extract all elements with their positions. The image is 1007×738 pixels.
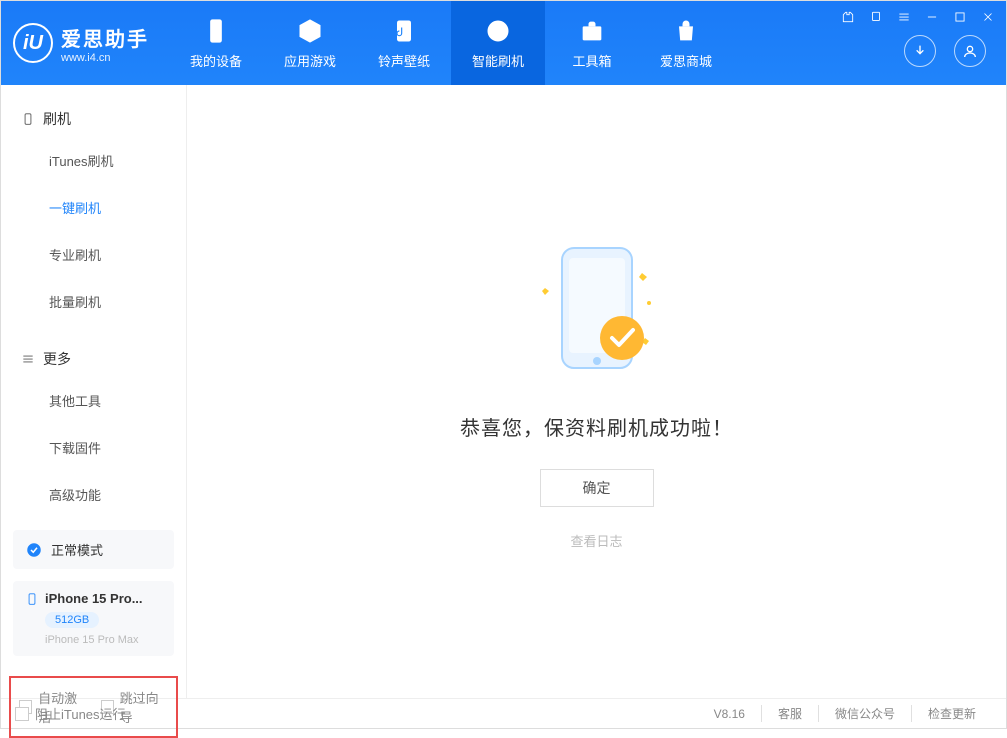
sidebar-item-itunes-flash[interactable]: iTunes刷机 [1,137,186,184]
phone-icon [202,17,230,45]
device-model: iPhone 15 Pro Max [45,634,162,646]
nav-label: 爱思商城 [660,51,712,70]
window-maximize-icon[interactable] [950,7,970,27]
header-actions [904,35,986,67]
nav-smart-flash[interactable]: 智能刷机 [451,1,545,85]
checkbox-block-itunes[interactable]: 阻止iTunes运行 [15,704,126,723]
nav-my-device[interactable]: 我的设备 [169,1,263,85]
refresh-gear-icon [484,17,512,45]
footer-wechat[interactable]: 微信公众号 [818,705,911,722]
top-nav: 我的设备 应用游戏 铃声壁纸 智能刷机 工具箱 爱思商城 [169,1,733,85]
sidebar-heading-label: 刷机 [43,109,71,129]
sidebar-section-flash: 刷机 iTunes刷机 一键刷机 专业刷机 批量刷机 [1,85,186,325]
app-url: www.i4.cn [61,52,149,64]
nav-store[interactable]: 爱思商城 [639,1,733,85]
cube-icon [296,17,324,45]
sidebar-item-download-firmware[interactable]: 下载固件 [1,424,186,471]
device-card[interactable]: iPhone 15 Pro... 512GB iPhone 15 Pro Max [13,581,174,656]
sidebar-heading-more[interactable]: 更多 [1,341,186,377]
status-check-icon [25,541,43,559]
footer-version: V8.16 [698,707,761,721]
checkbox-label-text: 阻止iTunes运行 [35,704,126,723]
nav-ringtones[interactable]: 铃声壁纸 [357,1,451,85]
app-title: 爱思助手 [61,23,149,52]
phone-outline-icon [21,112,35,126]
device-name: iPhone 15 Pro... [45,591,143,606]
success-title: 恭喜您，保资料刷机成功啦！ [460,412,733,441]
nav-label: 我的设备 [190,51,242,70]
main-content: 恭喜您，保资料刷机成功啦！ 确定 查看日志 [187,85,1006,698]
nav-label: 工具箱 [572,51,611,70]
download-button[interactable] [904,35,936,67]
sidebar-heading-flash[interactable]: 刷机 [1,101,186,137]
briefcase-icon [578,17,606,45]
window-feedback-icon[interactable] [866,7,886,27]
sidebar-item-advanced[interactable]: 高级功能 [1,471,186,518]
app-logo: iU 爱思助手 www.i4.cn [13,23,149,64]
app-header: iU 爱思助手 www.i4.cn 我的设备 应用游戏 铃声壁纸 智能刷机 工具… [1,1,1006,85]
device-storage-badge: 512GB [45,612,99,628]
window-skin-icon[interactable] [838,7,858,27]
shopping-bag-icon [672,17,700,45]
logo-icon: iU [13,23,53,63]
music-icon [390,17,418,45]
window-minimize-icon[interactable] [922,7,942,27]
sidebar-item-other-tools[interactable]: 其他工具 [1,377,186,424]
list-icon [21,352,35,366]
footer-check-update[interactable]: 检查更新 [911,705,992,722]
sidebar-item-onekey-flash[interactable]: 一键刷机 [1,184,186,231]
profile-button[interactable] [954,35,986,67]
nav-label: 智能刷机 [472,51,524,70]
footer-support[interactable]: 客服 [761,705,818,722]
confirm-button[interactable]: 确定 [540,469,654,507]
device-phone-icon [25,592,39,606]
window-close-icon[interactable] [978,7,998,27]
window-controls [838,7,998,27]
sidebar-item-batch-flash[interactable]: 批量刷机 [1,278,186,325]
device-status[interactable]: 正常模式 [13,530,174,569]
nav-label: 铃声壁纸 [378,51,430,70]
nav-label: 应用游戏 [284,51,336,70]
view-log-link[interactable]: 查看日志 [570,531,622,550]
main-layout: 刷机 iTunes刷机 一键刷机 专业刷机 批量刷机 更多 其他工具 下载固件 … [1,85,1006,698]
sidebar-item-pro-flash[interactable]: 专业刷机 [1,231,186,278]
checkbox-icon [15,707,29,721]
window-menu-icon[interactable] [894,7,914,27]
sidebar: 刷机 iTunes刷机 一键刷机 专业刷机 批量刷机 更多 其他工具 下载固件 … [1,85,187,698]
success-illustration [527,233,667,388]
nav-apps-games[interactable]: 应用游戏 [263,1,357,85]
sidebar-section-more: 更多 其他工具 下载固件 高级功能 [1,325,186,518]
sidebar-heading-label: 更多 [43,349,71,369]
nav-toolbox[interactable]: 工具箱 [545,1,639,85]
status-label: 正常模式 [51,540,103,559]
checkbox-label-text: 跳过向导 [120,688,168,726]
